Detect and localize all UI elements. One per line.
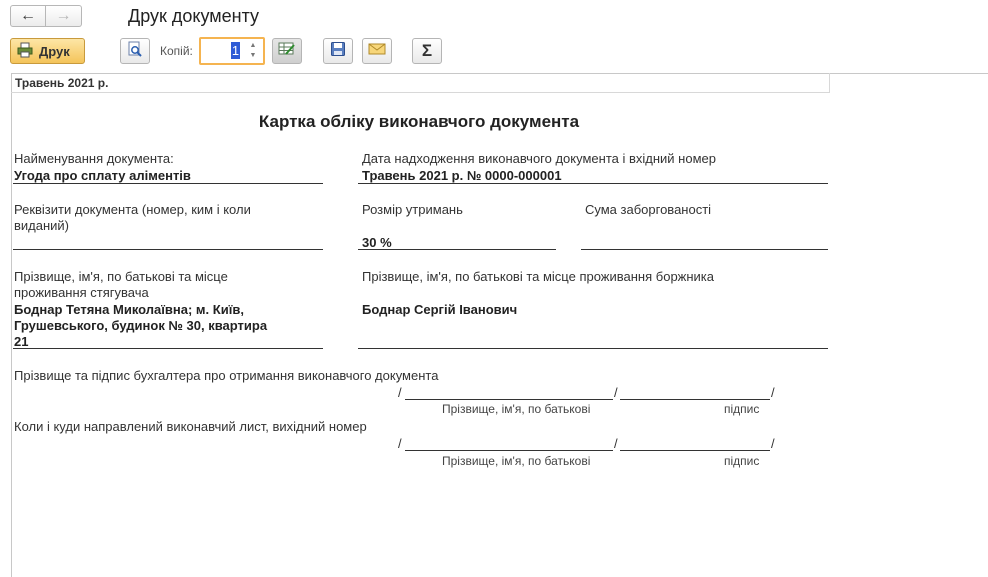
requisites-label-line1: Реквізити документа (номер, ким і коли	[14, 202, 251, 217]
copies-label: Копій:	[160, 44, 193, 58]
doc-name-label: Найменування документа:	[14, 151, 174, 166]
underline	[13, 183, 323, 184]
email-icon	[368, 42, 386, 61]
arrow-left-icon: ←	[20, 7, 36, 24]
underline	[358, 348, 828, 349]
claimant-value-line2: Грушевського, будинок № 30, квартира	[14, 318, 268, 333]
underline	[358, 249, 556, 250]
deduction-label: Розмір утримань	[362, 202, 463, 217]
requisites-label-line2: виданий)	[14, 218, 70, 233]
doc-name-value: Угода про сплату аліментів	[14, 168, 191, 183]
underline	[13, 348, 323, 349]
signature-caption: підпис	[724, 454, 760, 468]
claimant-label-line2: проживання стягувача	[14, 285, 149, 300]
print-button[interactable]: Друк	[10, 38, 85, 64]
slash: /	[398, 436, 402, 451]
underline	[581, 249, 828, 250]
debtor-value: Боднар Сергій Іванович	[362, 302, 518, 317]
save-icon	[330, 41, 346, 62]
edit-table-button[interactable]	[272, 38, 302, 64]
arrow-right-icon: →	[55, 7, 72, 24]
debtor-label: Прізвище, ім'я, по батькові та місце про…	[362, 269, 715, 284]
receipt-label: Дата надходження виконавчого документа і…	[362, 151, 716, 166]
fio-caption: Прізвище, ім'я, по батькові	[442, 454, 591, 468]
window-title: Друк документу	[128, 6, 260, 26]
back-button[interactable]: ←	[10, 5, 46, 27]
preview-icon	[127, 41, 143, 62]
email-button[interactable]	[362, 38, 392, 64]
header-cell	[11, 73, 830, 93]
receipt-value: Травень 2021 р. № 0000-000001	[362, 168, 562, 183]
fio-caption: Прізвище, ім'я, по батькові	[442, 402, 591, 416]
slash: /	[771, 385, 775, 400]
spin-arrows-icon[interactable]: ▲ ▼	[245, 41, 261, 61]
slash: /	[614, 436, 618, 451]
document-title: Картка обліку виконавчого документа	[258, 112, 580, 131]
sum-button[interactable]: Σ	[412, 38, 442, 64]
underline	[13, 249, 323, 250]
copies-stepper[interactable]: 1 ▲ ▼	[199, 37, 265, 65]
preview-button[interactable]	[120, 38, 150, 64]
copies-value[interactable]: 1	[231, 42, 240, 59]
accountant-label: Прізвище та підпис бухгалтера про отрима…	[14, 368, 439, 383]
signature-line	[620, 399, 770, 400]
fio-line	[405, 450, 613, 451]
forward-button[interactable]: →	[46, 5, 82, 27]
claimant-label-line1: Прізвище, ім'я, по батькові та місце	[14, 269, 228, 284]
debt-label: Сума заборгованості	[585, 202, 712, 217]
printer-icon	[17, 42, 33, 61]
fio-line	[405, 399, 613, 400]
sum-icon: Σ	[421, 41, 433, 60]
header-date: Травень 2021 р.	[15, 76, 109, 90]
slash: /	[614, 385, 618, 400]
underline	[358, 183, 828, 184]
slash: /	[398, 385, 402, 400]
print-button-label: Друк	[39, 43, 70, 59]
sent-label: Коли і куди направлений виконавчий лист,…	[14, 419, 367, 434]
signature-caption: підпис	[724, 402, 760, 416]
edit-table-icon	[278, 42, 296, 61]
save-button[interactable]	[323, 38, 353, 64]
signature-line	[620, 450, 770, 451]
claimant-value-line1: Боднар Тетяна Миколаївна; м. Київ,	[14, 302, 244, 317]
slash: /	[771, 436, 775, 451]
